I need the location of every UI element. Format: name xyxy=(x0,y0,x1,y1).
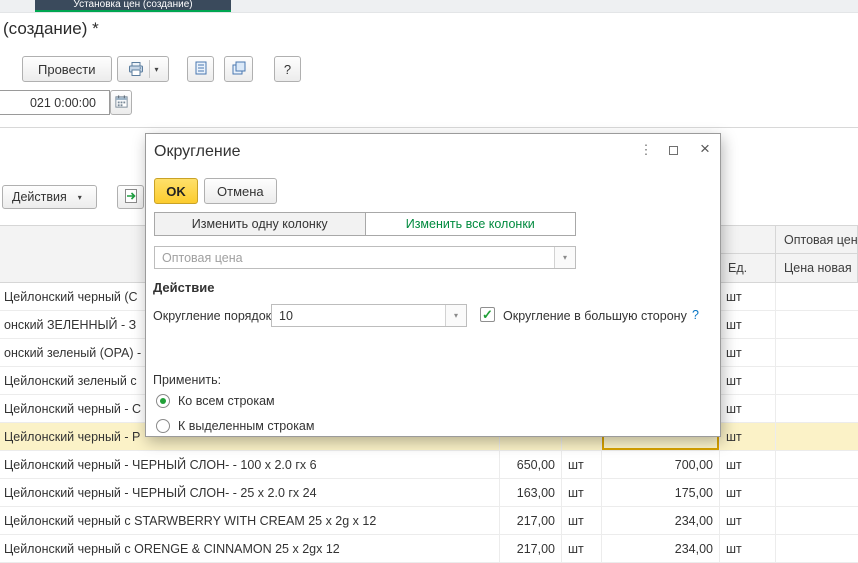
rounding-order-select[interactable]: 10 ▾ xyxy=(271,304,467,327)
cell-unit2: шт xyxy=(720,423,776,451)
cell-filler xyxy=(776,311,858,339)
cell-filler xyxy=(776,283,858,311)
cell-new-price: 700,00 xyxy=(602,451,720,479)
chevron-down-icon[interactable]: ▾ xyxy=(445,305,466,326)
cell-price: 217,00 xyxy=(500,535,562,563)
print-split-button[interactable]: ▾ xyxy=(117,56,169,82)
cell-unit1: шт xyxy=(562,451,602,479)
tab-change-all-columns[interactable]: Изменить все колонки xyxy=(365,213,575,235)
radio-unselected-icon xyxy=(156,419,170,433)
cell-price: 650,00 xyxy=(500,451,562,479)
related-documents-button[interactable] xyxy=(224,56,253,82)
cell-filler xyxy=(776,479,858,507)
cell-unit2: шт xyxy=(720,283,776,311)
related-documents-icon xyxy=(231,60,247,79)
cancel-button[interactable]: Отмена xyxy=(204,178,277,204)
rounding-dialog: Округление ⋮ × OK Отмена Изменить одну к… xyxy=(145,133,721,437)
cell-price: 163,00 xyxy=(500,479,562,507)
fill-icon xyxy=(123,188,139,207)
table-row[interactable]: Цейлонский черный с STARWBERRY WITH CREA… xyxy=(0,507,858,535)
date-value: 021 0:00:00 xyxy=(29,95,96,110)
cell-unit2: шт xyxy=(720,507,776,535)
column-select[interactable]: Оптовая цена ▾ xyxy=(154,246,576,269)
separator-line xyxy=(0,127,858,128)
printer-icon xyxy=(123,61,149,77)
ok-button[interactable]: OK xyxy=(154,178,198,204)
cell-unit2: шт xyxy=(720,311,776,339)
cell-new-price: 175,00 xyxy=(602,479,720,507)
tab-bar: Установка цен (создание) xyxy=(0,0,858,13)
cell-unit1: шт xyxy=(562,507,602,535)
table-row[interactable]: Цейлонский черный - ЧЕРНЫЙ СЛОН- - 100 x… xyxy=(0,451,858,479)
table-row[interactable]: Цейлонский черный с ORENGE & CINNAMON 25… xyxy=(0,535,858,563)
rounding-order-label: Округление порядок: xyxy=(153,309,275,323)
cell-filler xyxy=(776,339,858,367)
cell-filler xyxy=(776,367,858,395)
cell-unit2: шт xyxy=(720,395,776,423)
date-input[interactable]: 021 0:00:00 xyxy=(0,90,110,115)
cell-unit1: шт xyxy=(562,535,602,563)
kebab-menu-icon[interactable]: ⋮ xyxy=(638,142,654,158)
document-list-icon xyxy=(193,60,209,79)
help-link[interactable]: ? xyxy=(692,308,699,322)
active-tab-underline xyxy=(35,10,231,12)
dialog-title: Округление xyxy=(154,143,241,160)
page-title: (создание) * xyxy=(3,19,99,38)
cell-filler xyxy=(776,535,858,563)
cell-name: Цейлонский черный - ЧЕРНЫЙ СЛОН- - 100 x… xyxy=(0,451,500,479)
checkmark-icon: ✓ xyxy=(482,307,493,322)
header-unit[interactable]: Ед. xyxy=(720,254,776,283)
tab-price-setting[interactable]: Установка цен (создание) xyxy=(35,0,231,12)
radio-selected-rows[interactable]: К выделенным строкам xyxy=(156,419,314,433)
chevron-down-icon: ▾ xyxy=(77,192,82,202)
cell-unit2: шт xyxy=(720,367,776,395)
column-select-placeholder: Оптовая цена xyxy=(162,250,243,265)
cell-name: Цейлонский черный с ORENGE & CINNAMON 25… xyxy=(0,535,500,563)
radio-all-rows[interactable]: Ко всем строкам xyxy=(156,394,275,408)
actions-button[interactable]: Действия ▾ xyxy=(2,185,97,209)
round-up-label: Округление в большую сторону xyxy=(503,309,687,323)
cell-new-price: 234,00 xyxy=(602,507,720,535)
radio-selected-icon xyxy=(156,394,170,408)
calendar-button[interactable] xyxy=(110,90,132,115)
column-mode-switch: Изменить одну колонку Изменить все колон… xyxy=(154,212,576,236)
tab-change-one-column[interactable]: Изменить одну колонку xyxy=(155,213,366,235)
radio-selected-rows-label: К выделенным строкам xyxy=(178,419,315,433)
cell-unit2: шт xyxy=(720,535,776,563)
maximize-icon[interactable] xyxy=(669,146,678,155)
round-up-checkbox[interactable]: ✓ xyxy=(480,307,495,322)
help-button[interactable]: ? xyxy=(274,56,301,82)
cell-filler xyxy=(776,451,858,479)
header-new-price[interactable]: Цена новая xyxy=(776,254,858,283)
action-section-label: Действие xyxy=(153,280,215,295)
fill-button[interactable] xyxy=(117,185,144,209)
calendar-icon xyxy=(114,94,129,112)
rounding-order-value: 10 xyxy=(279,308,293,323)
cell-name: Цейлонский черный - ЧЕРНЫЙ СЛОН- - 25 x … xyxy=(0,479,500,507)
cell-unit2: шт xyxy=(720,451,776,479)
cell-unit2: шт xyxy=(720,479,776,507)
cell-unit1: шт xyxy=(562,479,602,507)
chevron-down-icon[interactable]: ▾ xyxy=(554,247,575,268)
cell-filler xyxy=(776,507,858,535)
radio-all-rows-label: Ко всем строкам xyxy=(178,394,275,408)
cell-name: Цейлонский черный с STARWBERRY WITH CREA… xyxy=(0,507,500,535)
cell-price: 217,00 xyxy=(500,507,562,535)
header-group-wholesale[interactable]: Оптовая цен xyxy=(776,225,858,254)
post-button[interactable]: Провести xyxy=(22,56,112,82)
cell-new-price: 234,00 xyxy=(602,535,720,563)
cell-filler xyxy=(776,395,858,423)
document-structure-button[interactable] xyxy=(187,56,214,82)
cell-filler xyxy=(776,423,858,451)
actions-label: Действия xyxy=(12,190,67,204)
table-row[interactable]: Цейлонский черный - ЧЕРНЫЙ СЛОН- - 25 x … xyxy=(0,479,858,507)
cell-unit2: шт xyxy=(720,339,776,367)
apply-section-label: Применить: xyxy=(153,373,222,387)
chevron-down-icon[interactable]: ▾ xyxy=(150,65,164,74)
tab-label: Установка цен (создание) xyxy=(73,0,193,10)
close-icon[interactable]: × xyxy=(696,139,714,159)
